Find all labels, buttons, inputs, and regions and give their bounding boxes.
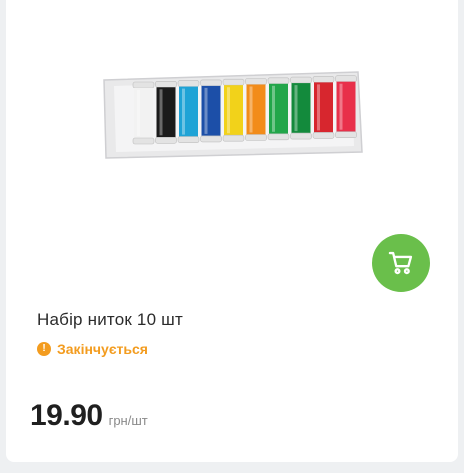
price-unit: грн/шт	[108, 413, 148, 428]
add-to-cart-button[interactable]	[372, 234, 430, 292]
price-value: 19.90	[30, 399, 103, 432]
stock-status-text: Закінчується	[57, 341, 148, 357]
price: 19.90 грн/шт	[30, 399, 148, 433]
product-title[interactable]: Набір ниток 10 шт	[37, 310, 183, 330]
stock-status: ! Закінчується	[37, 341, 148, 357]
shopping-cart-icon	[388, 251, 413, 275]
product-image[interactable]	[96, 68, 366, 160]
product-card: Набір ниток 10 шт ! Закінчується 19.90 г…	[6, 0, 458, 462]
exclamation-circle-icon: !	[37, 342, 51, 356]
